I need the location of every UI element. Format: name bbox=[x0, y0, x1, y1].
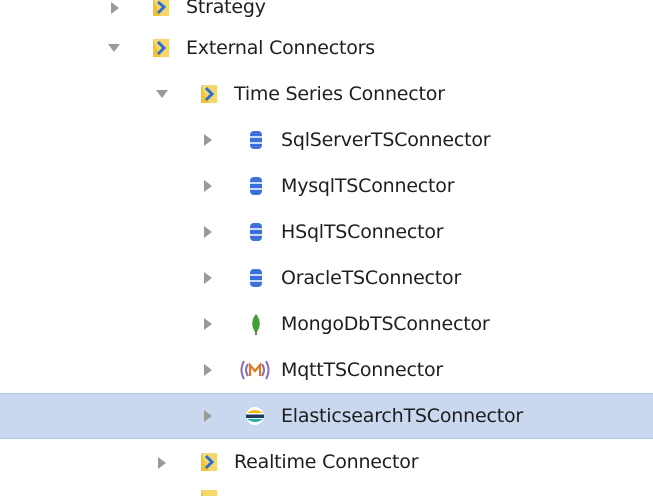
expand-arrow-icon[interactable] bbox=[108, 1, 122, 15]
tree-row-label: Time Series Connector bbox=[234, 83, 445, 105]
folder-icon bbox=[198, 450, 220, 474]
expand-arrow-icon[interactable] bbox=[155, 456, 169, 470]
tree-row-label: External Connectors bbox=[186, 37, 375, 59]
mqtt-icon bbox=[238, 358, 272, 382]
tree-row-label: SqlServerTSConnector bbox=[281, 129, 491, 151]
tree-row-label: Realtime Connector bbox=[234, 451, 419, 473]
elasticsearch-icon bbox=[244, 404, 266, 428]
expand-arrow-icon[interactable] bbox=[201, 225, 215, 239]
tree-row-mongodb-ts-connector[interactable]: MongoDbTSConnector bbox=[0, 301, 653, 347]
expand-arrow-icon[interactable] bbox=[201, 179, 215, 193]
expand-arrow-icon[interactable] bbox=[201, 271, 215, 285]
mongodb-leaf-icon bbox=[245, 312, 267, 336]
folder-icon bbox=[198, 487, 220, 496]
database-icon bbox=[245, 174, 267, 198]
tree-row-sqlserver-ts-connector[interactable]: SqlServerTSConnector bbox=[0, 117, 653, 163]
folder-icon bbox=[150, 36, 172, 60]
tree-row-label: ElasticsearchTSConnector bbox=[281, 405, 523, 427]
tree-row-mysql-ts-connector[interactable]: MysqlTSConnector bbox=[0, 163, 653, 209]
expand-arrow-icon[interactable] bbox=[201, 133, 215, 147]
expand-arrow-icon[interactable] bbox=[201, 317, 215, 331]
expand-arrow-icon[interactable] bbox=[201, 363, 215, 377]
tree-row-time-series-connector[interactable]: Time Series Connector bbox=[0, 71, 653, 117]
tree-row-label: MqttTSConnector bbox=[281, 359, 444, 381]
folder-icon bbox=[198, 82, 220, 106]
collapse-arrow-icon[interactable] bbox=[155, 87, 169, 101]
tree-row-oracle-ts-connector[interactable]: OracleTSConnector bbox=[0, 255, 653, 301]
tree-row-partial bbox=[0, 485, 653, 496]
tree-row-elasticsearch-ts-connector[interactable]: ElasticsearchTSConnector bbox=[0, 393, 653, 439]
database-icon bbox=[245, 220, 267, 244]
database-icon bbox=[245, 128, 267, 152]
expand-arrow-icon[interactable] bbox=[201, 409, 215, 423]
tree-row-realtime-connector[interactable]: Realtime Connector bbox=[0, 439, 653, 485]
tree-row-hsql-ts-connector[interactable]: HSqlTSConnector bbox=[0, 209, 653, 255]
tree-row-label: OracleTSConnector bbox=[281, 267, 462, 289]
tree-row-label: HSqlTSConnector bbox=[281, 221, 444, 243]
tree-row-label: Strategy bbox=[186, 0, 266, 18]
folder-icon bbox=[150, 0, 172, 19]
database-icon bbox=[245, 266, 267, 290]
connector-tree: Strategy External Connectors Time Series… bbox=[0, 0, 653, 496]
tree-row-mqtt-ts-connector[interactable]: MqttTSConnector bbox=[0, 347, 653, 393]
tree-row-external-connectors[interactable]: External Connectors bbox=[0, 25, 653, 71]
collapse-arrow-icon[interactable] bbox=[107, 41, 121, 55]
tree-row-label: MysqlTSConnector bbox=[281, 175, 455, 197]
tree-row-label: MongoDbTSConnector bbox=[281, 313, 490, 335]
